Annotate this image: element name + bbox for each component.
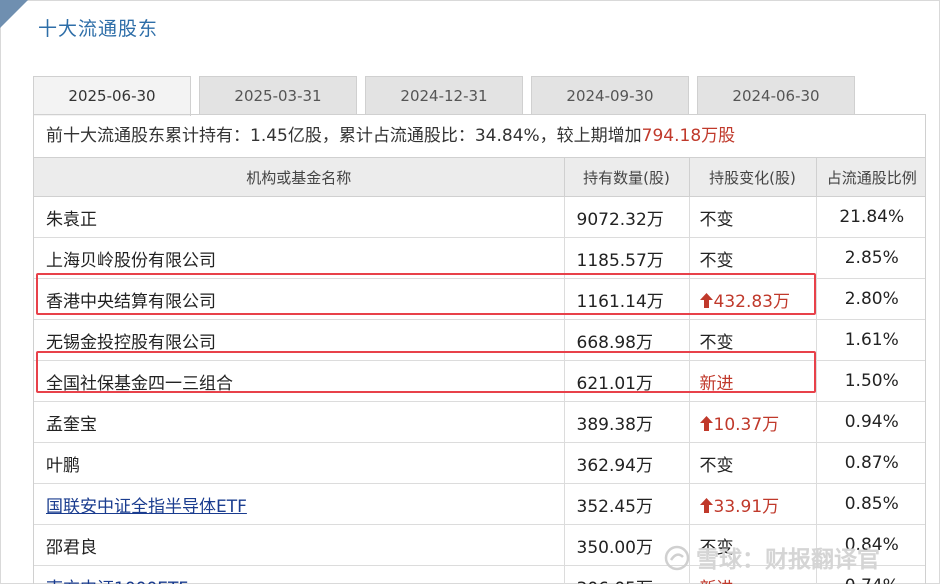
header-shares: 持有数量(股) bbox=[563, 158, 690, 197]
holder-name[interactable]: 国联安中证全指半导体ETF bbox=[34, 483, 565, 525]
holder-change: 33.91万 bbox=[688, 483, 817, 525]
holder-change-value: 不变 bbox=[699, 250, 734, 271]
summary-increase: 794.18万股 bbox=[641, 126, 736, 146]
table-header-row: 机构或基金名称 持有数量(股) 持股变化(股) 占流通股比例 bbox=[34, 158, 925, 197]
holder-pct: 1.50% bbox=[815, 360, 925, 402]
tab-2025-06-30[interactable]: 2025-06-30 bbox=[33, 76, 191, 116]
summary-line: 前十大流通股东累计持有：1.45亿股，累计占流通股比：34.84%，较上期增加7… bbox=[34, 115, 925, 158]
highlight-box-hkscc bbox=[36, 273, 816, 315]
holder-change-value: 不变 bbox=[699, 209, 734, 230]
corner-decoration bbox=[0, 0, 28, 28]
holder-change-value: 10.37万 bbox=[713, 414, 780, 435]
holder-shares: 352.45万 bbox=[563, 483, 690, 525]
holder-change-value: 新进 bbox=[700, 579, 734, 584]
table-row: 孟奎宝 389.38万 10.37万 0.94% bbox=[34, 401, 925, 443]
shareholders-panel: 前十大流通股东累计持有：1.45亿股，累计占流通股比：34.84%，较上期增加7… bbox=[33, 114, 926, 584]
tab-2025-03-31[interactable]: 2025-03-31 bbox=[199, 76, 357, 114]
table-row: 国联安中证全指半导体ETF 352.45万 33.91万 0.85% bbox=[34, 483, 925, 525]
highlight-box-ssf413 bbox=[36, 351, 816, 393]
header-name: 机构或基金名称 bbox=[34, 158, 565, 197]
up-arrow-icon bbox=[699, 415, 713, 431]
tab-2024-09-30[interactable]: 2024-09-30 bbox=[531, 76, 689, 114]
holder-name[interactable]: 南方中证1000ETF bbox=[34, 565, 565, 584]
header-change: 持股变化(股) bbox=[688, 158, 817, 197]
holder-name: 叶鹏 bbox=[34, 442, 565, 484]
holder-name: 孟奎宝 bbox=[34, 401, 565, 443]
table-row: 朱袁正 9072.32万 不变 21.84% bbox=[34, 196, 925, 238]
holder-shares: 9072.32万 bbox=[563, 196, 690, 238]
holder-name: 朱袁正 bbox=[34, 196, 565, 238]
header-pct: 占流通股比例 bbox=[815, 158, 925, 197]
snowball-logo-icon bbox=[664, 545, 690, 571]
holder-change: 10.37万 bbox=[688, 401, 817, 443]
section-title: 十大流通股东 bbox=[38, 18, 159, 40]
holder-pct: 1.61% bbox=[815, 319, 925, 361]
holder-pct: 0.94% bbox=[815, 401, 925, 443]
holder-change: 不变 bbox=[688, 196, 817, 238]
tab-2024-12-31[interactable]: 2024-12-31 bbox=[365, 76, 523, 114]
summary-text: 前十大流通股东累计持有：1.45亿股，累计占流通股比：34.84%，较上期增加 bbox=[46, 126, 642, 146]
holder-change-value: 33.91万 bbox=[713, 496, 780, 517]
holder-change-value: 不变 bbox=[699, 455, 734, 476]
tab-2024-06-30[interactable]: 2024-06-30 bbox=[697, 76, 855, 114]
holder-pct: 2.80% bbox=[815, 278, 925, 320]
holder-pct: 0.87% bbox=[815, 442, 925, 484]
table-row: 叶鹏 362.94万 不变 0.87% bbox=[34, 442, 925, 484]
watermark-text: 雪球：财报翻译官 bbox=[696, 547, 880, 573]
holder-shares: 389.38万 bbox=[563, 401, 690, 443]
holder-shares: 362.94万 bbox=[563, 442, 690, 484]
holder-change: 不变 bbox=[688, 442, 817, 484]
holder-name: 邵君良 bbox=[34, 524, 565, 566]
holder-pct: 21.84% bbox=[815, 196, 925, 238]
watermark: 雪球：财报翻译官 bbox=[664, 540, 880, 574]
holder-change-value: 不变 bbox=[699, 332, 734, 353]
holder-pct: 0.85% bbox=[815, 483, 925, 525]
up-arrow-icon bbox=[699, 497, 713, 513]
holder-pct: 2.85% bbox=[815, 237, 925, 279]
